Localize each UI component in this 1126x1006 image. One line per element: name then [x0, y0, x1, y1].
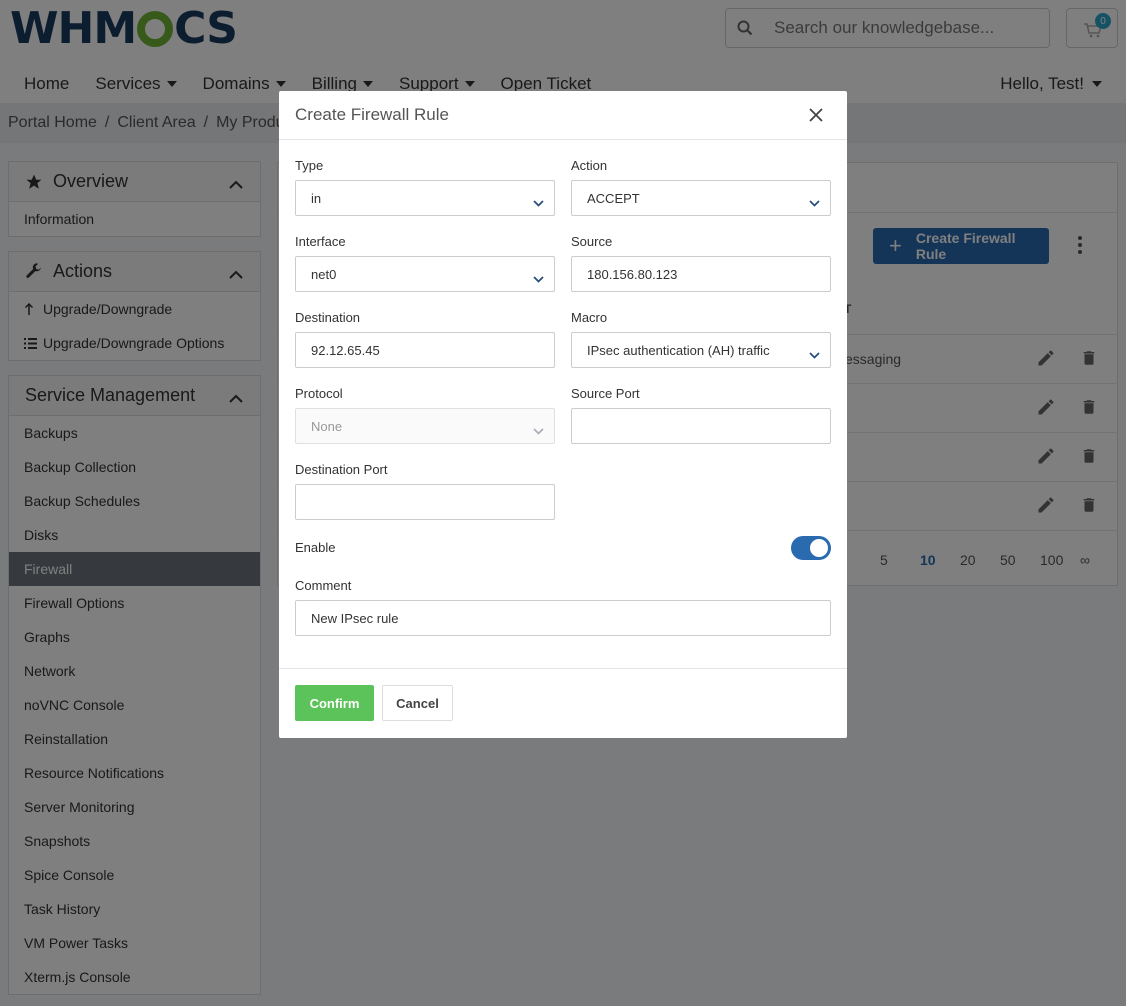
interface-select[interactable]: net0: [295, 256, 555, 292]
protocol-label: Protocol: [295, 386, 343, 401]
source-value: 180.156.80.123: [587, 266, 678, 282]
chevron-down-icon: [533, 195, 544, 210]
chevron-down-icon: [533, 271, 544, 286]
chevron-down-icon: [809, 195, 820, 210]
protocol-select[interactable]: None: [295, 408, 555, 444]
destination-port-label: Destination Port: [295, 462, 388, 477]
toggle-knob: [810, 539, 828, 557]
action-select[interactable]: ACCEPT: [571, 180, 831, 216]
type-label: Type: [295, 158, 324, 173]
macro-label: Macro: [571, 310, 608, 325]
destination-label: Destination: [295, 310, 361, 325]
create-firewall-rule-modal: Create Firewall Rule Type in Action ACCE…: [279, 91, 847, 738]
destination-input[interactable]: 92.12.65.45: [295, 332, 555, 368]
chevron-down-icon: [533, 423, 544, 438]
close-icon[interactable]: [809, 107, 827, 125]
comment-value: New IPsec rule: [311, 610, 399, 626]
protocol-value: None: [311, 418, 343, 434]
comment-label: Comment: [295, 578, 352, 593]
action-label: Action: [571, 158, 608, 173]
source-port-input[interactable]: [571, 408, 831, 444]
type-value: in: [311, 190, 322, 206]
interface-value: net0: [311, 266, 337, 282]
modal-footer-divider: [279, 668, 847, 669]
destination-port-input[interactable]: [295, 484, 555, 520]
comment-input[interactable]: New IPsec rule: [295, 600, 831, 636]
interface-label: Interface: [295, 234, 346, 249]
modal-header: Create Firewall Rule: [279, 91, 847, 140]
source-input[interactable]: 180.156.80.123: [571, 256, 831, 292]
enable-label: Enable: [295, 540, 336, 555]
chevron-down-icon: [809, 347, 820, 362]
macro-select[interactable]: IPsec authentication (AH) traffic: [571, 332, 831, 368]
action-value: ACCEPT: [587, 190, 640, 206]
macro-value: IPsec authentication (AH) traffic: [587, 342, 770, 358]
modal-title: Create Firewall Rule: [295, 105, 449, 124]
source-label: Source: [571, 234, 613, 249]
type-select[interactable]: in: [295, 180, 555, 216]
destination-value: 92.12.65.45: [311, 342, 380, 358]
source-port-label: Source Port: [571, 386, 640, 401]
cancel-button[interactable]: Cancel: [382, 685, 453, 721]
enable-toggle[interactable]: [791, 536, 831, 560]
confirm-button[interactable]: Confirm: [295, 685, 374, 721]
